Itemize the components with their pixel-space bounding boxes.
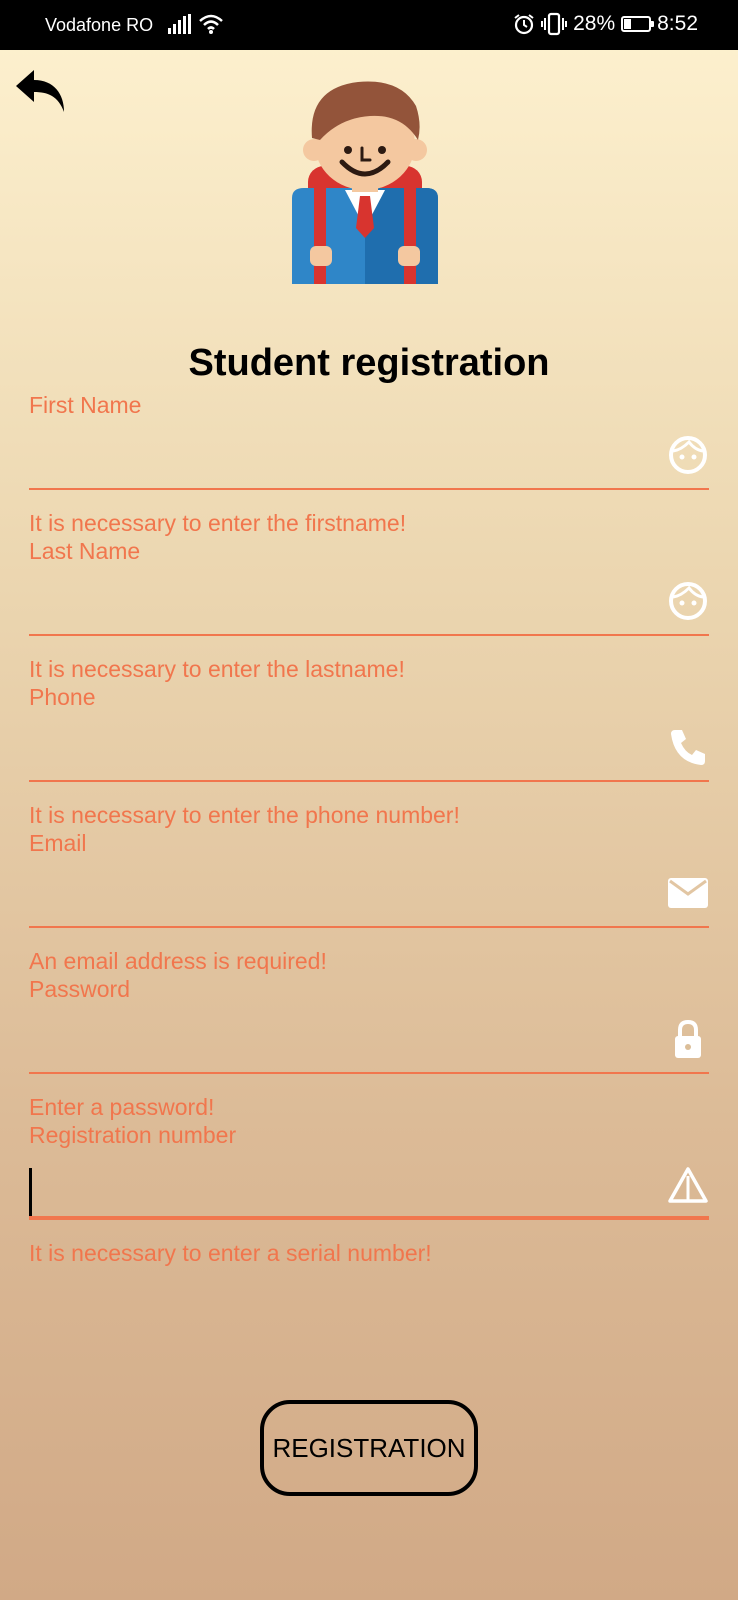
password-underline xyxy=(29,1072,709,1074)
last-name-label: Last Name xyxy=(29,538,141,564)
password-input[interactable] xyxy=(29,1012,709,1072)
registration-button[interactable]: REGISTRATION xyxy=(260,1400,478,1496)
email-error: An email address is required! xyxy=(29,948,327,974)
student-avatar xyxy=(292,81,438,284)
warning-icon xyxy=(668,1167,708,1203)
phone-input[interactable] xyxy=(29,720,709,780)
email-input[interactable] xyxy=(29,866,709,926)
phone-error: It is necessary to enter the phone numbe… xyxy=(29,802,460,828)
phone-label: Phone xyxy=(29,684,96,710)
first-name-label: First Name xyxy=(29,392,142,418)
password-label: Password xyxy=(29,976,130,1002)
face-icon xyxy=(669,582,707,620)
last-name-input[interactable] xyxy=(29,574,709,634)
status-bar: Vodafone RO 28% 8:52 xyxy=(0,0,738,50)
registration-number-label: Registration number xyxy=(29,1122,237,1148)
first-name-input[interactable] xyxy=(29,428,709,488)
mail-icon xyxy=(668,878,708,908)
email-underline xyxy=(29,926,709,928)
signal-icon xyxy=(168,14,191,34)
back-arrow-icon[interactable] xyxy=(12,66,70,116)
first-name-underline xyxy=(29,488,709,490)
vibrate-icon xyxy=(541,12,568,36)
registration-number-input[interactable] xyxy=(29,1158,709,1218)
last-name-underline xyxy=(29,634,709,636)
carrier-name: Vodafone RO xyxy=(45,15,154,35)
face-icon xyxy=(669,436,707,474)
battery-percentage: 28% xyxy=(573,12,616,35)
page-title: Student registration xyxy=(188,342,550,384)
lock-icon xyxy=(675,1019,701,1058)
clock: 8:52 xyxy=(657,12,698,35)
registration-number-underline xyxy=(29,1216,709,1220)
first-name-error: It is necessary to enter the firstname! xyxy=(29,510,407,536)
wifi-icon xyxy=(199,14,223,34)
registration-number-error: It is necessary to enter a serial number… xyxy=(29,1240,432,1266)
battery-icon xyxy=(621,16,655,32)
password-error: Enter a password! xyxy=(29,1094,215,1120)
phone-icon xyxy=(671,730,705,765)
email-label: Email xyxy=(29,830,87,856)
alarm-icon xyxy=(514,14,534,35)
text-cursor xyxy=(29,1168,32,1216)
phone-underline xyxy=(29,780,709,782)
last-name-error: It is necessary to enter the lastname! xyxy=(29,656,405,682)
